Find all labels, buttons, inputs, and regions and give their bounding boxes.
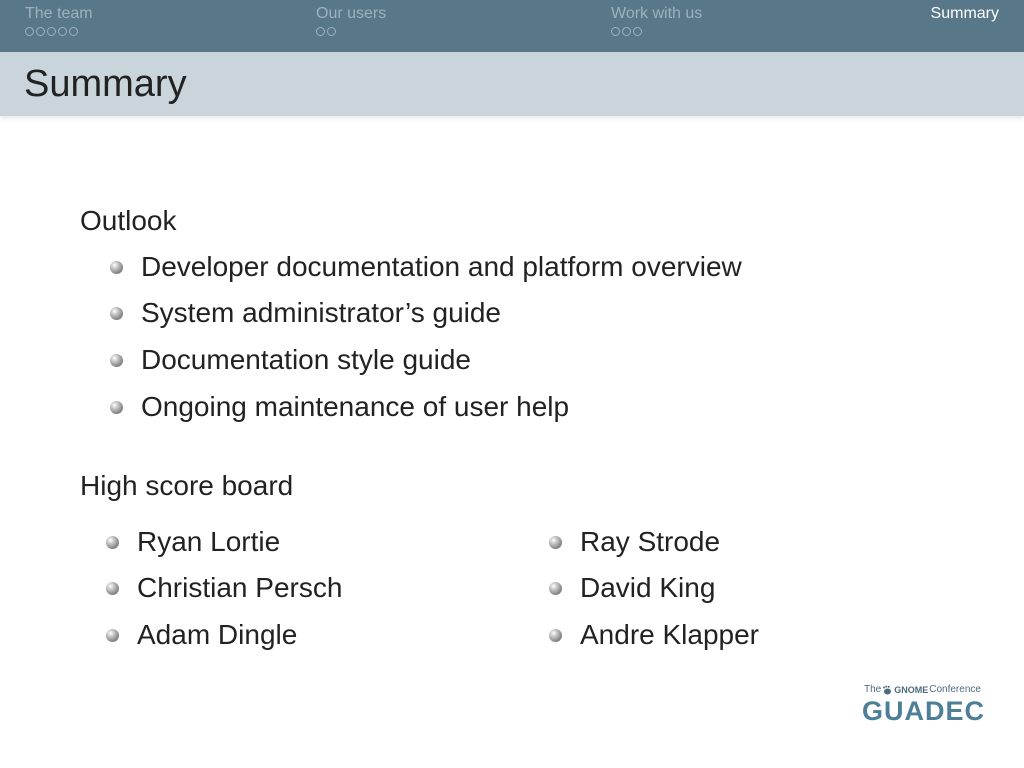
- bullet-icon: [549, 628, 562, 642]
- nav-slide-dot[interactable]: [47, 27, 56, 36]
- bullet-icon: [110, 400, 123, 414]
- nav-slide-dot[interactable]: [611, 27, 620, 36]
- nav-section-title[interactable]: Our users: [316, 5, 386, 23]
- list-item: Ryan Lortie: [106, 526, 280, 558]
- logo-tagline: The GNOME Conference: [864, 684, 981, 695]
- nav-section-dots: [611, 27, 702, 37]
- gnome-foot-icon: [883, 685, 892, 694]
- list-item: Documentation style guide: [110, 344, 471, 376]
- list-item: Andre Klapper: [549, 619, 759, 651]
- list-item-text: Ryan Lortie: [137, 526, 281, 557]
- logo-suffix: Conference: [929, 684, 981, 695]
- nav-section-title[interactable]: Summary: [931, 5, 999, 23]
- list-item-text: Ray Strode: [580, 526, 721, 557]
- list-item-text: Documentation style guide: [141, 344, 471, 375]
- list-item: Ray Strode: [549, 526, 720, 558]
- list-item: System administrator’s guide: [110, 297, 501, 329]
- nav-section-title[interactable]: Work with us: [611, 5, 702, 23]
- bullet-icon: [110, 306, 123, 320]
- list-item-text: Adam Dingle: [137, 619, 298, 650]
- nav-slide-dot[interactable]: [25, 27, 34, 36]
- nav-slide-dot[interactable]: [633, 27, 642, 36]
- list-item-text: Ongoing maintenance of user help: [141, 391, 570, 422]
- bullet-icon: [110, 353, 123, 367]
- list-item-text: Andre Klapper: [580, 619, 760, 650]
- nav-slide-dot[interactable]: [622, 27, 631, 36]
- frame-title-bar: Summary: [0, 52, 1024, 116]
- bullet-icon: [106, 535, 119, 549]
- nav-section-summary[interactable]: Summary: [931, 5, 999, 23]
- bullet-icon: [549, 581, 562, 595]
- scoreboard-heading: High score board: [80, 470, 294, 501]
- list-item: Ongoing maintenance of user help: [110, 391, 569, 423]
- list-item-text: System administrator’s guide: [141, 297, 502, 328]
- list-item: David King: [549, 572, 715, 604]
- nav-slide-dot[interactable]: [69, 27, 78, 36]
- nav-section-dots: [25, 27, 93, 37]
- nav-slide-dot[interactable]: [58, 27, 67, 36]
- nav-slide-dot[interactable]: [36, 27, 45, 36]
- list-item-text: David King: [580, 572, 716, 603]
- list-item: Adam Dingle: [106, 619, 297, 651]
- bullet-icon: [106, 628, 119, 642]
- page-title: Summary: [24, 63, 187, 105]
- list-item-text: Christian Persch: [137, 572, 343, 603]
- outlook-heading: Outlook: [80, 205, 177, 236]
- logo-prefix: The: [864, 684, 882, 695]
- nav-slide-dot[interactable]: [316, 27, 325, 36]
- list-item: Developer documentation and platform ove…: [110, 251, 742, 283]
- logo-gnome-word: GNOME: [894, 684, 929, 695]
- nav-section-the-team[interactable]: The team: [25, 5, 93, 37]
- nav-section-our-users[interactable]: Our users: [316, 5, 386, 37]
- nav-section-title[interactable]: The team: [25, 5, 93, 23]
- list-item: Christian Persch: [106, 572, 342, 604]
- list-item-text: Developer documentation and platform ove…: [141, 251, 742, 282]
- nav-slide-dot[interactable]: [327, 27, 336, 36]
- guadec-logo: The GNOME Conference GUADEC: [862, 684, 994, 728]
- bullet-icon: [106, 581, 119, 595]
- logo-name: GUADEC: [862, 696, 986, 726]
- bullet-icon: [549, 535, 562, 549]
- nav-section-work-with-us[interactable]: Work with us: [611, 5, 702, 37]
- nav-section-dots: [316, 27, 386, 37]
- bullet-icon: [110, 260, 123, 274]
- navigation-bar: The team Our users Work with us Summary: [0, 0, 1024, 52]
